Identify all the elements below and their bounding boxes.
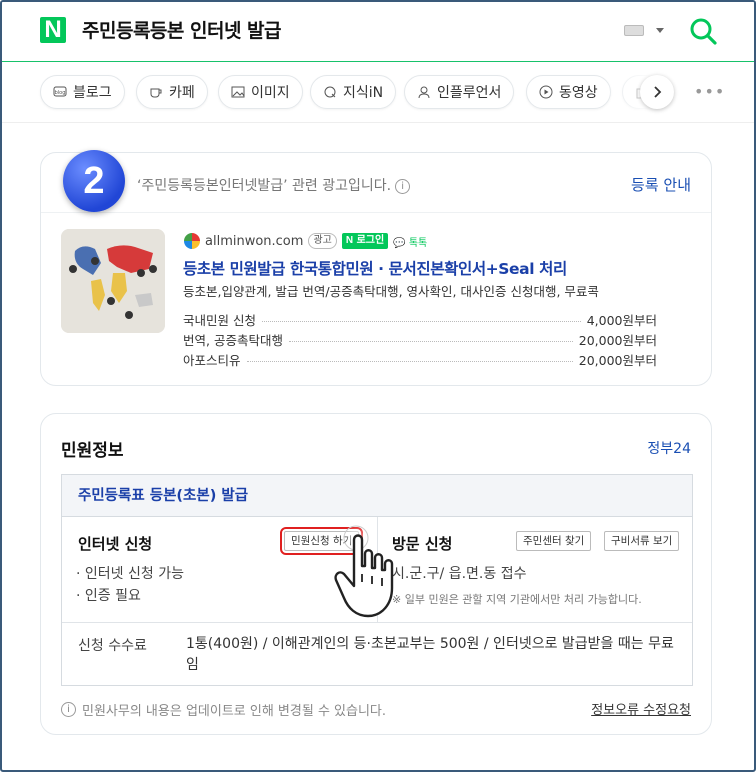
keyboard-icon[interactable]	[624, 25, 644, 36]
ad-register-link[interactable]: 등록 안내	[631, 174, 691, 195]
price-row[interactable]: 번역, 공증촉탁대행 20,000원부터	[183, 329, 657, 349]
site-logo-icon	[184, 233, 200, 249]
tab-blog[interactable]: blog 블로그	[40, 75, 125, 109]
ad-description: 등초본,입양관계, 발급 번역/공증촉탁대행, 영사확인, 대사인증 신청대행,…	[183, 284, 599, 299]
hand-pointer-icon	[334, 525, 394, 618]
blog-icon: blog	[53, 86, 67, 97]
ad-header: ‘주민등록등본인터넷발급’ 관련 광고입니다. i 등록 안내	[41, 153, 711, 213]
ad-badge: 광고	[308, 233, 337, 249]
visit-section: 방문 신청 주민센터 찾기 구비서류 보기 시.군.구/ 읍.면.동 접수 ※ …	[378, 517, 694, 623]
price-value: 20,000원부터	[578, 352, 657, 368]
find-center-button[interactable]: 주민센터 찾기	[516, 531, 592, 551]
tab-label: 인플루언서	[437, 85, 502, 101]
info-source-link[interactable]: 정부24	[647, 438, 691, 458]
chevron-right-icon	[654, 86, 662, 98]
tab-label: 동영상	[559, 85, 598, 101]
chevron-down-icon[interactable]	[656, 28, 664, 33]
info-icon[interactable]: i	[395, 178, 411, 194]
ad-notice-text: ‘주민등록등본인터넷발급’ 관련 광고입니다.	[137, 178, 392, 194]
footer-note-text: 민원사무의 내용은 업데이트로 인해 변경될 수 있습니다.	[82, 704, 387, 719]
login-badge-text: 로그인	[356, 235, 385, 246]
more-menu-icon[interactable]: •••	[694, 82, 725, 101]
search-icon[interactable]	[688, 16, 718, 46]
tab-kin[interactable]: 지식iN	[310, 75, 397, 109]
tab-label: 블로그	[73, 85, 112, 101]
tab-image[interactable]: 이미지	[218, 75, 303, 109]
browser-frame: N 주민등록등본 인터넷 발급 blog 블로그 카페 이미지 지식iN 인플루…	[0, 0, 756, 772]
naver-logo[interactable]: N	[40, 17, 66, 43]
tab-cafe[interactable]: 카페	[136, 75, 208, 109]
login-badge[interactable]: N 로그인	[341, 233, 389, 249]
tab-label: 지식iN	[343, 85, 384, 101]
ad-site-url[interactable]: allminwon.com	[205, 234, 303, 249]
visit-item: 시.군.구/ 읍.면.동 접수	[392, 566, 527, 582]
world-map-image	[61, 229, 165, 333]
ad-card: ‘주민등록등본인터넷발급’ 관련 광고입니다. i 등록 안내 allminwon…	[40, 152, 712, 386]
price-name: 아포스티유	[183, 352, 241, 368]
tab-video[interactable]: 동영상	[526, 75, 611, 109]
image-icon	[231, 86, 245, 98]
required-docs-button[interactable]: 구비서류 보기	[604, 531, 680, 551]
info-icon: i	[61, 702, 76, 717]
tab-influencer[interactable]: 인플루언서	[404, 75, 515, 109]
fee-label: 신청 수수료	[78, 638, 147, 654]
tabs-next-button[interactable]	[640, 75, 674, 109]
step-number-badge: 2	[63, 150, 125, 212]
fee-value: 1통(400원) / 이해관계인의 등·초본교부는 500원 / 인터넷으로 발…	[186, 636, 674, 673]
talk-badge-text: 톡톡	[408, 237, 428, 249]
footer-note: i 민원사무의 내용은 업데이트로 인해 변경될 수 있습니다.	[61, 700, 386, 719]
price-list: 국내민원 신청 4,000원부터 번역, 공증촉탁대행 20,000원부터 아포스티…	[183, 309, 657, 369]
tab-label: 카페	[169, 85, 195, 101]
internet-item: · 인터넷 신청 가능	[76, 566, 184, 582]
report-error-link[interactable]: 정보오류 수정요청	[591, 699, 691, 718]
search-header: N 주민등록등본 인터넷 발급	[2, 2, 754, 62]
person-icon	[418, 86, 430, 99]
price-value: 4,000원부터	[586, 312, 657, 328]
q-icon	[324, 86, 336, 98]
talktalk-badge[interactable]: 💬 톡톡	[393, 234, 427, 249]
ad-site[interactable]: allminwon.com 광고 N 로그인 💬 톡톡	[184, 233, 427, 249]
cafe-icon	[150, 88, 162, 98]
visit-note: ※ 일부 민원은 관할 지역 기관에서만 처리 가능합니다.	[392, 593, 642, 606]
internet-title: 인터넷 신청	[78, 535, 153, 553]
svg-text:blog: blog	[55, 90, 66, 96]
price-value: 20,000원부터	[578, 332, 657, 348]
info-title: 민원정보	[61, 441, 124, 461]
ad-notice: ‘주민등록등본인터넷발급’ 관련 광고입니다. i	[137, 175, 411, 195]
ad-title[interactable]: 등초본 민원발급 한국통합민원 · 문서진본확인서+Seal 처리	[183, 257, 567, 279]
ad-thumbnail[interactable]	[61, 229, 165, 333]
play-icon	[539, 85, 553, 99]
price-row[interactable]: 아포스티유 20,000원부터	[183, 349, 657, 369]
tab-label: 이미지	[251, 85, 290, 101]
price-name: 국내민원 신청	[183, 312, 256, 328]
search-query[interactable]: 주민등록등본 인터넷 발급	[82, 16, 282, 43]
internet-section: 인터넷 신청 민원신청 하기 · 인터넷 신청 가능 · 인증 필요	[62, 517, 378, 623]
price-name: 번역, 공증촉탁대행	[183, 332, 283, 348]
internet-item: · 인증 필요	[76, 588, 141, 604]
price-row[interactable]: 국내민원 신청 4,000원부터	[183, 309, 657, 329]
service-title[interactable]: 주민등록표 등본(초본) 발급	[62, 475, 692, 517]
